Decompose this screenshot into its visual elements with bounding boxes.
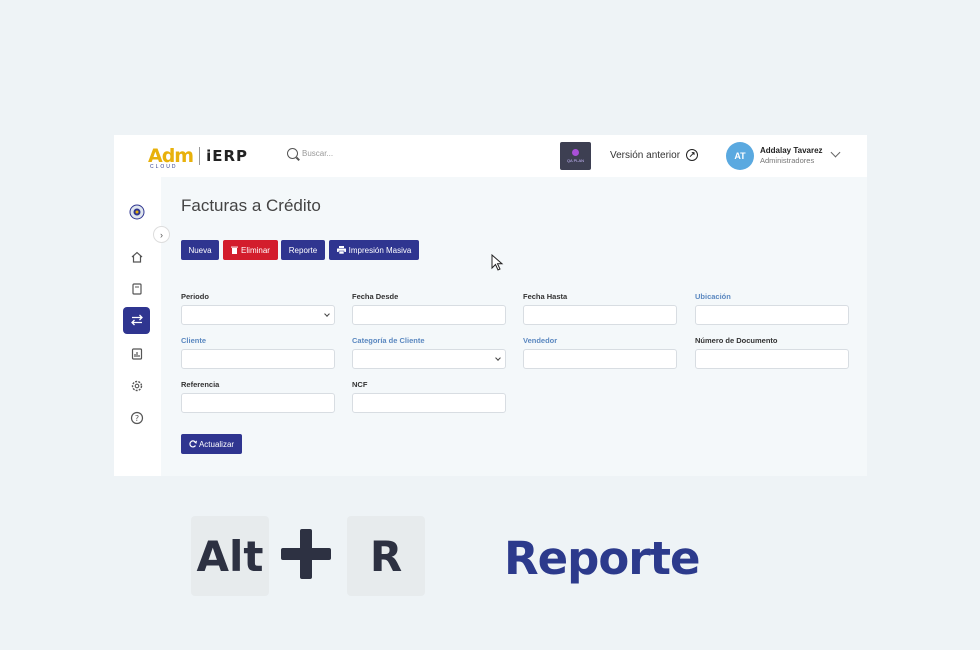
trash-icon [231, 246, 239, 254]
chevron-down-icon[interactable] [830, 147, 841, 158]
search-icon [287, 148, 298, 159]
report-chart-icon[interactable] [129, 346, 145, 362]
categoria-cliente-label[interactable]: Categoría de Cliente [352, 336, 425, 345]
book-icon[interactable] [129, 281, 145, 297]
fecha-desde-field[interactable] [352, 305, 506, 325]
logo-brand: Adm [148, 144, 194, 167]
refresh-label: Actualizar [198, 439, 235, 449]
referencia-label: Referencia [181, 380, 220, 389]
environment-label: QA PLAN [566, 158, 585, 163]
company-logo-icon[interactable] [129, 204, 145, 220]
delete-button[interactable]: Eliminar [223, 240, 278, 260]
page-title: Facturas a Crédito [181, 196, 321, 215]
user-name[interactable]: Addalay Tavarez [760, 146, 823, 155]
chevron-down-icon [495, 355, 501, 361]
gear-icon[interactable] [129, 378, 145, 394]
refresh-icon [189, 440, 197, 448]
refresh-button[interactable]: Actualizar [181, 434, 242, 454]
r-key: R [347, 516, 425, 596]
vendedor-label[interactable]: Vendedor [523, 336, 557, 345]
ubicacion-label[interactable]: Ubicación [695, 292, 731, 301]
environment-badge: QA PLAN [560, 142, 591, 170]
new-button[interactable]: Nueva [181, 240, 219, 260]
ncf-field[interactable] [352, 393, 506, 413]
transfer-arrows-icon[interactable] [129, 312, 145, 328]
periodo-select[interactable] [181, 305, 335, 325]
environment-dot-icon [572, 149, 579, 156]
fecha-desde-label: Fecha Desde [352, 292, 399, 301]
sidebar: ? [114, 177, 161, 476]
external-arrow-icon: ↗ [686, 149, 699, 161]
numero-documento-label: Número de Documento [695, 336, 778, 345]
avatar[interactable]: AT [726, 142, 754, 170]
fecha-hasta-field[interactable] [523, 305, 677, 325]
chevron-down-icon [324, 311, 330, 317]
help-icon[interactable]: ? [129, 410, 145, 426]
categoria-cliente-select[interactable] [352, 349, 506, 369]
top-bar: Adm CLOUD iERP Buscar... QA PLAN Versión… [114, 135, 867, 177]
sidebar-expand-button[interactable]: › [153, 226, 170, 243]
cliente-field[interactable] [181, 349, 335, 369]
logo-cloud: CLOUD [150, 164, 178, 170]
logo-product: iERP [206, 147, 249, 165]
periodo-label: Periodo [181, 292, 209, 301]
bulk-print-button[interactable]: Impresión Masiva [329, 240, 419, 260]
numero-documento-field[interactable] [695, 349, 849, 369]
bulk-print-label: Impresión Masiva [348, 245, 412, 255]
svg-text:?: ? [135, 414, 139, 423]
cliente-label[interactable]: Cliente [181, 336, 206, 345]
mouse-cursor-icon [491, 254, 504, 271]
search-box[interactable]: Buscar... [287, 148, 333, 159]
logo-separator [199, 147, 201, 165]
ubicacion-field[interactable] [695, 305, 849, 325]
previous-version-label: Versión anterior [610, 149, 681, 161]
vendedor-field[interactable] [523, 349, 677, 369]
referencia-field[interactable] [181, 393, 335, 413]
printer-icon [336, 246, 346, 254]
previous-version-link[interactable]: Versión anterior ↗ [610, 149, 699, 161]
search-input[interactable]: Buscar... [302, 149, 333, 158]
user-role: Administradores [760, 156, 815, 165]
shortcut-action-caption: Reporte [504, 532, 701, 585]
ncf-label: NCF [352, 380, 368, 389]
app-logo[interactable]: Adm CLOUD iERP [148, 144, 249, 170]
alt-key: Alt [191, 516, 269, 596]
delete-button-label: Eliminar [241, 245, 270, 255]
fecha-hasta-label: Fecha Hasta [523, 292, 568, 301]
plus-icon [281, 529, 331, 579]
report-button[interactable]: Reporte [281, 240, 325, 260]
home-icon[interactable] [129, 249, 145, 265]
